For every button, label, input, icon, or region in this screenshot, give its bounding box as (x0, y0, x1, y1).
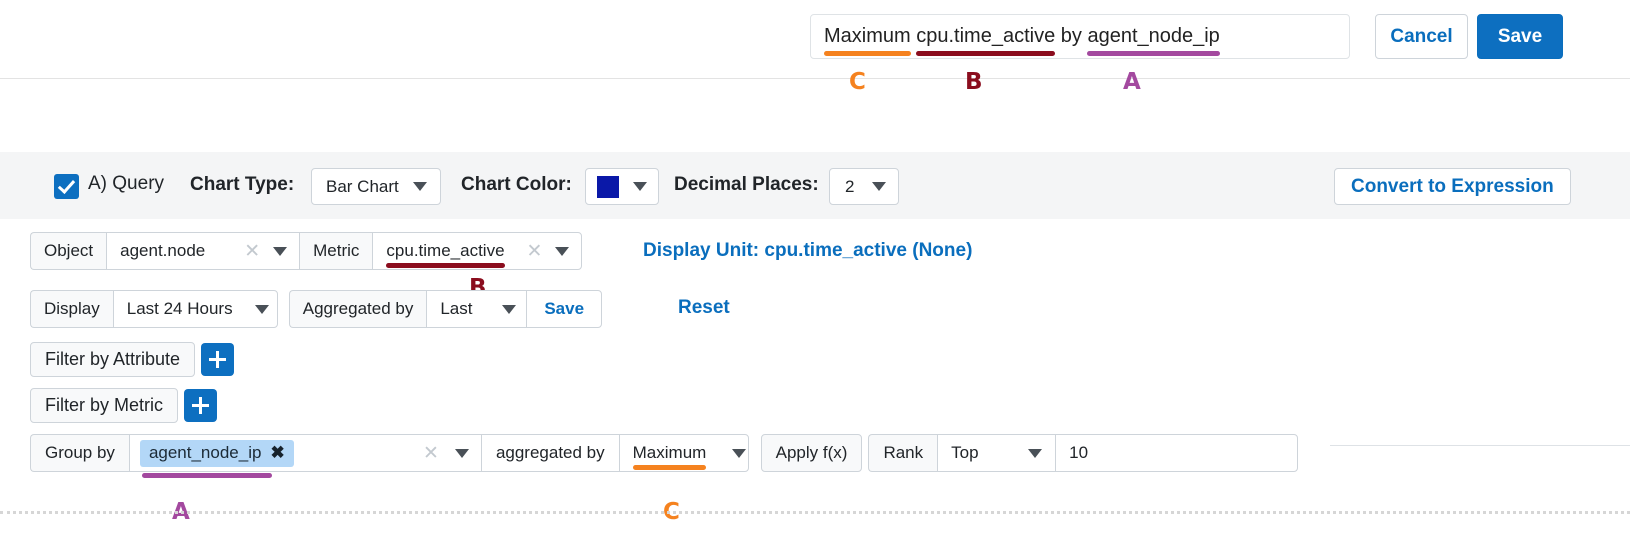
chevron-down-icon (872, 182, 886, 191)
title-aggregation-text: Maximum (824, 25, 911, 47)
decimal-places-select[interactable]: 2 (829, 168, 899, 205)
filter-by-attribute-label[interactable]: Filter by Attribute (30, 342, 195, 377)
object-label: Object (30, 232, 106, 270)
aggregated-by-label: Aggregated by (289, 290, 427, 328)
annotation-letter-a-header: A (1123, 71, 1141, 94)
display-range-select[interactable]: Last 24 Hours (113, 290, 278, 328)
metric-label: Metric (299, 232, 372, 270)
group-by-label: Group by (30, 434, 129, 472)
aggregated-by-select[interactable]: Last (426, 290, 526, 328)
chart-title-input[interactable]: Maximum cpu.time_active by agent_node_ip (810, 14, 1350, 59)
query-label: A) Query (88, 173, 164, 195)
rank-group: Rank Top 10 (868, 434, 1298, 472)
panel-divider-right (1330, 445, 1630, 446)
display-range-value: Last 24 Hours (127, 299, 233, 319)
display-label: Display (30, 290, 113, 328)
display-reset-button[interactable]: Reset (678, 297, 730, 319)
chart-color-select[interactable] (585, 168, 659, 205)
rank-direction-value: Top (951, 443, 978, 463)
decimal-places-label: Decimal Places: (674, 174, 819, 196)
title-groupby-text: agent_node_ip (1087, 25, 1219, 47)
chart-type-value: Bar Chart (326, 177, 399, 197)
metric-value-wrap: cpu.time_active (386, 241, 504, 261)
chevron-down-icon (555, 247, 569, 256)
title-connector-text: by (1061, 25, 1082, 48)
clear-groupby-icon[interactable]: ✕ (423, 444, 439, 463)
chevron-down-icon (732, 449, 746, 458)
query-enabled-checkbox[interactable] (54, 174, 79, 199)
groupby-aggregation-value: Maximum (633, 443, 707, 462)
group-by-row: Group by agent_node_ip ✖ ✕ aggregated by… (30, 434, 1298, 472)
chevron-down-icon (1028, 449, 1042, 458)
groupby-aggregated-by-label: aggregated by (481, 434, 619, 472)
add-metric-filter-button[interactable] (184, 389, 217, 422)
metric-value: cpu.time_active (386, 241, 504, 260)
groupby-underline-a (142, 473, 272, 478)
convert-to-expression-button[interactable]: Convert to Expression (1334, 168, 1571, 205)
chevron-down-icon (273, 247, 287, 256)
display-group: Display Last 24 Hours (30, 290, 278, 328)
chevron-down-icon (413, 182, 427, 191)
display-unit-link[interactable]: Display Unit: cpu.time_active (None) (643, 240, 972, 262)
rank-label: Rank (868, 434, 937, 472)
apply-fx-button[interactable]: Apply f(x) (761, 434, 863, 472)
display-row: Display Last 24 Hours Aggregated by Last… (30, 290, 602, 328)
groupby-aggregation-value-wrap: Maximum (633, 443, 707, 463)
decimal-places-value: 2 (845, 177, 854, 197)
title-underline-a (1087, 51, 1219, 56)
cancel-button[interactable]: Cancel (1375, 14, 1468, 59)
group-by-controls: ✕ (423, 444, 469, 463)
dotted-section-divider (0, 511, 1630, 514)
chevron-down-icon (502, 305, 516, 314)
object-metric-row: Object agent.node ✕ Metric cpu.time_acti… (30, 232, 582, 270)
title-metric-text: cpu.time_active (916, 25, 1055, 47)
rank-count-input[interactable]: 10 (1055, 434, 1298, 472)
clear-metric-icon[interactable]: ✕ (527, 242, 543, 261)
title-segment-groupby: agent_node_ip (1087, 25, 1219, 48)
group-by-select[interactable]: agent_node_ip ✖ ✕ (129, 434, 481, 472)
chart-type-select[interactable]: Bar Chart (311, 168, 441, 205)
group-by-chip-label: agent_node_ip (149, 443, 262, 463)
chevron-down-icon (255, 305, 269, 314)
chevron-down-icon (455, 449, 469, 458)
metric-underline-b (386, 263, 504, 268)
chevron-down-icon (633, 182, 647, 191)
metric-select[interactable]: cpu.time_active ✕ (372, 232, 582, 270)
color-swatch-icon (597, 176, 619, 198)
title-segment-metric: cpu.time_active (916, 25, 1055, 48)
title-underline-c (824, 51, 911, 56)
remove-chip-icon[interactable]: ✖ (270, 443, 284, 463)
header-divider (0, 78, 1630, 79)
group-by-group: Group by agent_node_ip ✖ ✕ aggregated by… (30, 434, 749, 472)
title-segment-aggregation: Maximum (824, 25, 911, 48)
groupby-underline-c (633, 465, 707, 470)
chart-color-label: Chart Color: (461, 174, 572, 196)
annotation-letter-c-header: C (849, 71, 866, 94)
object-value: agent.node (120, 241, 205, 261)
groupby-aggregation-select[interactable]: Maximum (619, 434, 749, 472)
save-button[interactable]: Save (1477, 14, 1563, 59)
filter-by-metric-row: Filter by Metric (30, 388, 217, 423)
header-bar: Maximum cpu.time_active by agent_node_ip… (0, 0, 1630, 79)
aggregated-by-value: Last (440, 299, 472, 319)
chart-type-label: Chart Type: (190, 174, 294, 196)
group-by-chip[interactable]: agent_node_ip ✖ (140, 440, 294, 467)
filter-by-attribute-row: Filter by Attribute (30, 342, 234, 377)
rank-direction-select[interactable]: Top (937, 434, 1055, 472)
object-select[interactable]: agent.node ✕ (106, 232, 299, 270)
title-underline-b (916, 51, 1055, 56)
filter-by-metric-label[interactable]: Filter by Metric (30, 388, 178, 423)
aggregated-by-group: Aggregated by Last Save (289, 290, 602, 328)
annotation-letter-b-header: B (965, 71, 983, 94)
clear-object-icon[interactable]: ✕ (244, 242, 260, 261)
add-attribute-filter-button[interactable] (201, 343, 234, 376)
display-save-button[interactable]: Save (526, 290, 602, 328)
